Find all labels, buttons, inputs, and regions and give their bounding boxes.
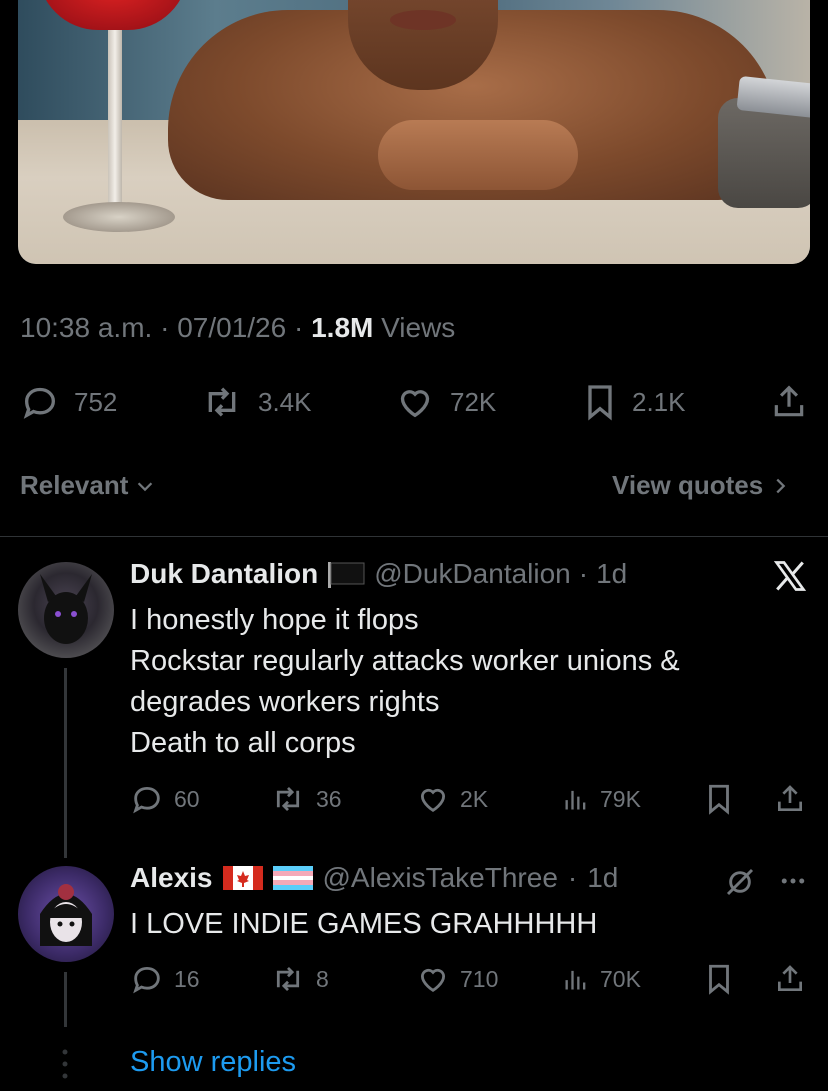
views-icon	[565, 970, 586, 990]
views-count: 1.8M	[311, 312, 374, 343]
bookmark-count: 2.1K	[632, 386, 686, 417]
person-lips	[390, 10, 456, 30]
reply-line: I honestly hope it flops	[130, 604, 419, 636]
share-icon	[778, 785, 802, 811]
chevron-right-icon	[776, 478, 786, 493]
chevron-down-icon	[138, 481, 153, 491]
more-dots-icon	[60, 1046, 70, 1087]
thread-line	[64, 668, 67, 858]
reply-repost-button[interactable]: 8	[270, 962, 329, 996]
reply-age: 1d	[596, 558, 628, 589]
reply-body: I LOVE INDIE GAMES GRAHHHHH	[130, 904, 810, 945]
reply-reply-button[interactable]: 16	[130, 962, 200, 996]
reply-views-button[interactable]: 79K	[562, 782, 641, 816]
reply-count: 752	[74, 386, 118, 417]
avatar-image	[40, 574, 92, 644]
avatar-image	[40, 884, 92, 946]
reply-reply-button[interactable]: 60	[130, 782, 200, 816]
cocktail-glass	[38, 0, 188, 30]
share-icon	[774, 385, 804, 417]
reply-author-name[interactable]: Alexis	[130, 862, 213, 894]
views-label: Views	[381, 312, 456, 343]
tweet-meta: 10:38 a.m. · 07/01/26 · 1.8M Views	[20, 312, 456, 343]
like-count: 72K	[450, 386, 497, 417]
like-icon	[420, 788, 446, 812]
reply-like-button[interactable]: 2K	[416, 782, 488, 816]
repost-button[interactable]: 3.4K	[200, 382, 312, 422]
like-button[interactable]: 72K	[394, 382, 496, 422]
views-icon	[565, 790, 586, 810]
reply-repost-button[interactable]: 36	[270, 782, 342, 816]
reply-icon	[133, 966, 160, 994]
glass-base	[63, 202, 175, 232]
repost-icon	[276, 786, 300, 812]
tweet-date: 07/01/26	[177, 312, 287, 343]
canada-flag-icon	[222, 866, 263, 890]
tweet-media-image[interactable]	[18, 0, 810, 264]
reply-share-button[interactable]	[774, 782, 806, 816]
bookmark-button[interactable]: 2.1K	[582, 382, 686, 422]
bookmark-icon	[709, 784, 729, 815]
reply-author-handle[interactable]: @AlexisTakeThree	[323, 862, 558, 894]
repost-icon	[208, 387, 236, 417]
show-replies-link[interactable]: Show replies	[130, 1046, 296, 1079]
avatar-alexis[interactable]	[18, 866, 114, 962]
reply-icon	[23, 387, 56, 419]
glass-stem	[108, 30, 122, 205]
reply-line: Rockstar regularly attacks worker unions…	[130, 645, 680, 677]
bookmark-icon	[588, 385, 612, 421]
reply-like-button[interactable]: 710	[416, 962, 498, 996]
repost-icon	[276, 966, 300, 992]
reply-views-button[interactable]: 70K	[562, 962, 641, 996]
repost-count: 3.4K	[258, 386, 312, 417]
bookmark-icon	[709, 964, 729, 995]
view-quotes-label: View quotes	[612, 470, 764, 500]
reply-line: I LOVE INDIE GAMES GRAHHHHH	[130, 908, 598, 940]
reply-header: Duk Dantalion @DukDantalion · 1d	[130, 558, 628, 590]
reply-line: degrades workers rights	[130, 686, 440, 718]
reply-header: Alexis @AlexisTakeThree · 1d	[130, 862, 619, 894]
reply-bookmark-button[interactable]	[704, 962, 734, 996]
reply-bookmark-button[interactable]	[704, 782, 734, 816]
reply-line: Death to all corps	[130, 727, 356, 759]
reply-age: 1d	[587, 862, 619, 893]
tweet-time: 10:38 a.m.	[20, 312, 153, 343]
thread-line	[64, 972, 67, 1027]
like-icon	[400, 390, 430, 418]
black-flag-icon	[328, 562, 365, 588]
reply-author-handle[interactable]: @DukDantalion	[374, 558, 571, 590]
share-icon	[778, 965, 802, 991]
like-icon	[420, 968, 446, 992]
sort-label: Relevant	[20, 470, 129, 500]
grok-icon[interactable]	[722, 866, 758, 903]
x-logo-icon	[772, 558, 808, 599]
trans-flag-icon	[272, 866, 313, 890]
view-quotes-link[interactable]: View quotes	[612, 470, 791, 501]
reply-body: I honestly hope it flops Rockstar regula…	[130, 600, 810, 764]
share-button[interactable]	[770, 382, 808, 422]
divider	[0, 536, 828, 537]
avatar-duk[interactable]	[18, 562, 114, 658]
reply-author-name[interactable]: Duk Dantalion	[130, 558, 318, 590]
more-icon[interactable]	[778, 866, 808, 901]
reply-share-button[interactable]	[774, 962, 806, 996]
reply-icon	[133, 786, 160, 814]
reply-button[interactable]: 752	[20, 382, 117, 422]
sort-relevant-dropdown[interactable]: Relevant	[20, 470, 156, 501]
person-hands	[378, 120, 578, 190]
